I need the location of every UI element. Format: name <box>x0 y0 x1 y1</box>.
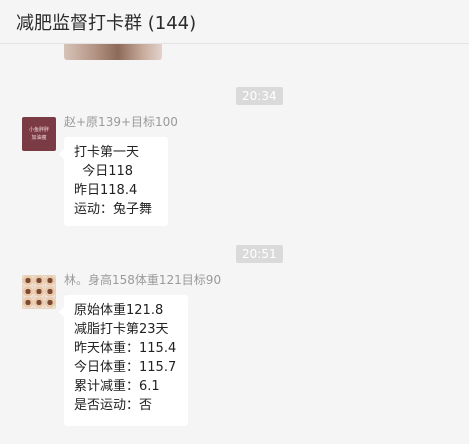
timestamp-badge: 20:34 <box>236 87 283 105</box>
message-bubble[interactable]: 原始体重121.8 减脂打卡第23天 昨天体重：115.4 今日体重：115.7… <box>59 295 188 426</box>
message-line: 运动：兔子舞 <box>74 202 153 217</box>
message-line: 原始体重121.8 <box>74 303 164 318</box>
message-line: 减脂打卡第23天 <box>74 322 169 337</box>
message-line: 昨日118.4 <box>74 183 138 198</box>
previous-image-message[interactable] <box>64 44 162 60</box>
message-line: 是否运动：否 <box>74 398 153 413</box>
timestamp-badge: 20:51 <box>236 245 283 263</box>
avatar[interactable]: 小鱼胖胖 加油瘦 <box>22 117 56 151</box>
message-line: 昨天体重：115.4 <box>74 341 177 356</box>
chat-header: 减肥监督打卡群 (144) <box>0 0 469 44</box>
sender-name: 赵+原139+目标100 <box>64 115 178 129</box>
message-line: 今日体重：115.7 <box>74 360 177 375</box>
avatar-text: 加油瘦 <box>31 135 47 141</box>
avatar-text: 小鱼胖胖 <box>28 127 49 133</box>
sender-name: 林。身高158体重121目标90 <box>64 273 222 287</box>
message-line: 今日118 <box>74 164 134 179</box>
chat-title: 减肥监督打卡群 (144) <box>16 13 197 34</box>
message-line: 累计减重：6.1 <box>74 379 160 394</box>
message-bubble[interactable]: 打卡第一天 今日118 昨日118.4 运动：兔子舞 <box>59 137 168 226</box>
message-line: 打卡第一天 <box>74 145 140 160</box>
avatar[interactable] <box>22 275 56 309</box>
